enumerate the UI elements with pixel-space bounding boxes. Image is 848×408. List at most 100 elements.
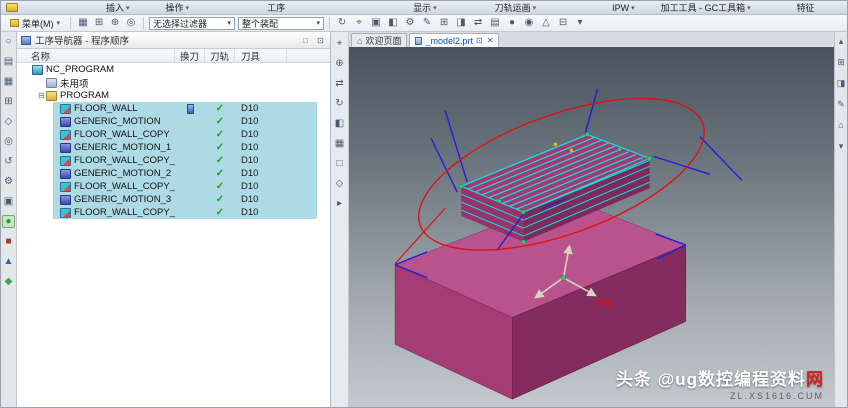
selection-filter-icon[interactable]: ▦: [76, 17, 90, 30]
application-menu-icon[interactable]: [6, 3, 18, 12]
tool-cell: [235, 76, 287, 89]
rotate-view-icon[interactable]: ↻: [333, 97, 347, 110]
panel-float-button[interactable]: □: [300, 36, 311, 45]
viewport-tab-welcome[interactable]: ⌂ 欢迎页面: [351, 33, 408, 47]
roles-icon[interactable]: ○: [2, 35, 15, 48]
machining-wizard-icon[interactable]: ⚙: [2, 175, 15, 188]
navigator-row[interactable]: GENERIC_MOTION_1 ✓ D10: [17, 141, 330, 154]
front-view-icon[interactable]: □: [333, 157, 347, 170]
navigator-row[interactable]: GENERIC_MOTION_2 ✓ D10: [17, 167, 330, 180]
ribbon-tab-2[interactable]: 操作 ▾: [166, 1, 190, 14]
datum-icon[interactable]: △: [539, 17, 553, 30]
assembly-navigator-icon[interactable]: ▤: [2, 55, 15, 68]
right-edge-bar: ▴ ⊞ ◨ ✎ ⌂ ▾: [834, 32, 847, 407]
annotate-icon[interactable]: ✎: [835, 98, 847, 111]
split-screen-icon[interactable]: ◨: [835, 77, 847, 90]
zoom-icon[interactable]: ⊕: [333, 57, 347, 70]
ribbon-tab-7[interactable]: 加工工具 - GC工具箱 ▾: [661, 1, 751, 14]
tool-cell: D10: [241, 116, 259, 127]
navigator-row[interactable]: FLOOR_WALL_COPY ✓ D10: [17, 128, 330, 141]
window-pane-icon[interactable]: ◨: [454, 17, 468, 30]
snap-point-icon[interactable]: ⊞: [92, 17, 106, 30]
point-constructor-icon[interactable]: ⌖: [352, 17, 366, 30]
maximize-view-icon[interactable]: ⊞: [835, 56, 847, 69]
node-label: FLOOR_WALL_COPY: [74, 129, 170, 140]
operation-navigator-icon[interactable]: ●: [2, 215, 15, 228]
navigator-row[interactable]: 未用项: [17, 76, 330, 89]
navigator-row[interactable]: NC_PROGRAM: [17, 63, 330, 76]
combo-dropdown-arrow-icon: ▾: [316, 20, 321, 27]
op-generic-icon: [60, 194, 71, 205]
scroll-up-icon[interactable]: ▴: [835, 35, 847, 48]
show-hide-icon[interactable]: ▣: [369, 17, 383, 30]
navigator-column-header: 名称 换刀 刀轨 刀具: [17, 49, 330, 63]
ribbon-tab-label: 插入: [106, 3, 125, 13]
ribbon-tab-4[interactable]: 显示 ▾: [413, 1, 437, 14]
viewport-tab-part[interactable]: _model2.prt ⊡ ✕: [409, 33, 500, 47]
menu-icon: [10, 19, 19, 27]
navigator-row[interactable]: FLOOR_WALL_COPY_COPY ✓ D10: [17, 154, 330, 167]
viewport-tab-bar: ⌂ 欢迎页面 _model2.prt ⊡ ✕: [349, 32, 834, 47]
navigator-row[interactable]: FLOOR_WALL ✓ D10: [17, 102, 330, 115]
constraint-navigator-icon[interactable]: ▦: [2, 75, 15, 88]
navigator-row[interactable]: GENERIC_MOTION_3 ✓ D10: [17, 193, 330, 206]
preferences-icon[interactable]: ⚙: [403, 17, 417, 30]
column-header-name[interactable]: 名称: [17, 49, 175, 63]
graphics-canvas[interactable]: XM 头条 @ug数控编程资料网 ZL.XS1616.CUM: [349, 47, 834, 407]
ribbon-tab-row: 插入 ▾ 操作 ▾ 工序 显示 ▾ 刀轨运画 ▾ IPW ▾ 加工工具 - GC工具箱 ▾ 特征: [1, 1, 847, 15]
hd3d-tools-icon[interactable]: ◎: [2, 135, 15, 148]
visualization-icon[interactable]: ▲: [2, 255, 15, 268]
grid-icon[interactable]: ⊞: [437, 17, 451, 30]
expander-icon[interactable]: ⊟: [37, 91, 46, 100]
ribbon-tab-6[interactable]: IPW ▾: [612, 3, 635, 13]
more-commands-icon[interactable]: ▾: [573, 17, 587, 30]
clip-section-icon[interactable]: ◧: [333, 117, 347, 130]
panel-menu-button[interactable]: ⊡: [315, 36, 326, 45]
highlight-icon[interactable]: ◎: [124, 17, 138, 30]
navigator-row[interactable]: FLOOR_WALL_COPY_COPY_2 ✓ D10: [17, 206, 330, 219]
ribbon-tab-label: 刀轨运画: [494, 3, 531, 13]
trimetric-view-icon[interactable]: ◇: [333, 177, 347, 190]
refresh-icon[interactable]: ↻: [335, 17, 349, 30]
edit-object-icon[interactable]: ✎: [420, 17, 434, 30]
toolpath-generated-check-icon: ✓: [215, 206, 225, 218]
ribbon-tab-1[interactable]: 插入 ▾: [106, 1, 130, 14]
scroll-down-icon[interactable]: ▾: [835, 140, 847, 153]
selection-scope-combobox[interactable]: 整个装配 ▾: [238, 16, 325, 30]
system-material-icon[interactable]: ■: [2, 235, 15, 248]
dropdown-arrow-icon: ▾: [747, 4, 751, 12]
ribbon-tab-3[interactable]: 工序: [267, 1, 285, 14]
material-icon[interactable]: ◉: [522, 17, 536, 30]
toolpath-generated-check-icon: ✓: [215, 154, 225, 166]
ribbon-tab-5[interactable]: 刀轨运画 ▾: [495, 1, 537, 14]
section-view-icon[interactable]: ◧: [386, 17, 400, 30]
navigator-row[interactable]: ⊟ PROGRAM: [17, 89, 330, 102]
column-header-toolchange[interactable]: 换刀: [175, 49, 205, 63]
part-navigator-icon[interactable]: ⊞: [2, 95, 15, 108]
templates-icon[interactable]: ◆: [2, 275, 15, 288]
navigator-row[interactable]: GENERIC_MOTION ✓ D10: [17, 115, 330, 128]
home-view-icon[interactable]: ⌂: [835, 119, 847, 132]
selection-scope-icon[interactable]: ⊕: [108, 17, 122, 30]
tool-cell: D10: [241, 103, 259, 114]
swap-view-icon[interactable]: ⇄: [471, 17, 485, 30]
node-label: FLOOR_WALL_COPY_COPY: [74, 155, 175, 166]
column-header-tool[interactable]: 刀具: [235, 49, 287, 63]
navigator-row[interactable]: FLOOR_WALL_COPY_COPY_1 ✓ D10: [17, 180, 330, 193]
pan-icon[interactable]: ⇄: [333, 77, 347, 90]
collapse-icon[interactable]: ⊟: [556, 17, 570, 30]
more-views-icon[interactable]: ▸: [333, 197, 347, 210]
history-icon[interactable]: ↺: [2, 155, 15, 168]
selection-filter-combobox[interactable]: 无选择过滤器 ▾: [149, 16, 236, 30]
close-tab-icon[interactable]: ✕: [487, 36, 494, 45]
navigator-icon: [21, 35, 31, 45]
fit-view-icon[interactable]: ⌖: [333, 37, 347, 50]
menu-button[interactable]: 菜单(M) ▾: [5, 16, 65, 30]
process-studio-icon[interactable]: ▣: [2, 195, 15, 208]
ribbon-tab-8[interactable]: 特征: [797, 1, 815, 14]
column-header-toolpath[interactable]: 刀轨: [205, 49, 235, 63]
layer-settings-icon[interactable]: ▤: [488, 17, 502, 30]
render-style-icon[interactable]: ●: [505, 17, 519, 30]
reuse-library-icon[interactable]: ◇: [2, 115, 15, 128]
shaded-wireframe-icon[interactable]: ▦: [333, 137, 347, 150]
